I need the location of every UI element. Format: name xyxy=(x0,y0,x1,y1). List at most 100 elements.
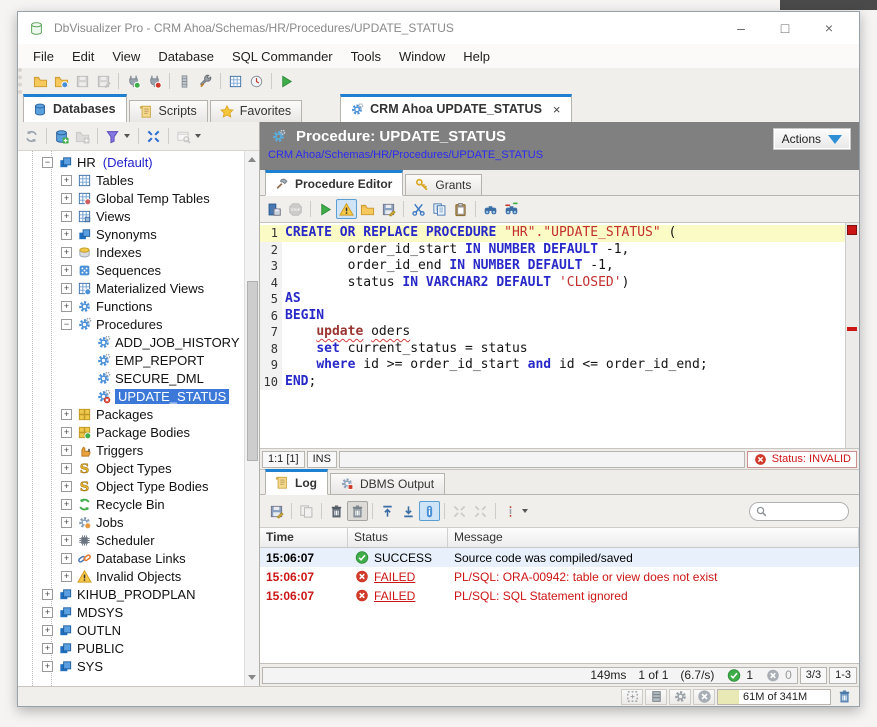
scroll-bottom-icon[interactable] xyxy=(398,501,419,521)
tab-databases[interactable]: Databases xyxy=(23,94,127,122)
expand-icon[interactable]: + xyxy=(61,409,72,420)
menu-help[interactable]: Help xyxy=(454,47,499,66)
chevron-down-icon[interactable] xyxy=(522,509,528,513)
expand-icon[interactable]: + xyxy=(42,643,53,654)
expand-icon[interactable]: + xyxy=(61,481,72,492)
tasks-icon[interactable] xyxy=(669,689,691,705)
tab-dbms-output[interactable]: DBMS Output xyxy=(330,473,445,494)
code-line-10[interactable]: 10END; xyxy=(260,374,845,391)
collapse-icon[interactable]: − xyxy=(42,157,53,168)
expand-icon[interactable]: + xyxy=(61,229,72,240)
close-tab-icon[interactable]: × xyxy=(553,102,561,117)
minimize-button[interactable]: – xyxy=(719,20,763,36)
expand-icon[interactable]: + xyxy=(61,463,72,474)
tree-item-packages[interactable]: +Packages xyxy=(18,405,244,423)
scroll-down-icon[interactable] xyxy=(248,675,256,680)
tree-item-outln[interactable]: +OUTLN xyxy=(18,621,244,639)
tail-icon[interactable] xyxy=(419,501,440,521)
scroll-top-icon[interactable] xyxy=(377,501,398,521)
open-folder-icon[interactable] xyxy=(30,71,51,91)
tree-item-mdsys[interactable]: +MDSYS xyxy=(18,603,244,621)
add-folder-icon[interactable] xyxy=(72,126,93,146)
stop-icon[interactable]: STOP xyxy=(285,199,306,219)
collapse-all-icon[interactable] xyxy=(143,126,164,146)
expand-icon[interactable]: + xyxy=(61,535,72,546)
refresh-icon[interactable] xyxy=(21,126,42,146)
tree-item-triggers[interactable]: +Triggers xyxy=(18,441,244,459)
tree-item-materialized-views[interactable]: +Materialized Views xyxy=(18,279,244,297)
tab-favorites[interactable]: Favorites xyxy=(210,100,302,122)
maximize-button[interactable]: □ xyxy=(763,20,807,36)
code-line-6[interactable]: 6BEGIN xyxy=(260,308,845,325)
open-folder-icon[interactable] xyxy=(357,199,378,219)
tree-item-database-links[interactable]: +Database Links xyxy=(18,549,244,567)
expand-icon[interactable]: + xyxy=(61,265,72,276)
error-marker-top[interactable] xyxy=(847,225,857,235)
log-row[interactable]: 15:06:07FAILEDPL/SQL: ORA-00942: table o… xyxy=(260,567,859,586)
sql-editor[interactable]: 1CREATE OR REPLACE PROCEDURE "HR"."UPDAT… xyxy=(260,223,859,448)
title-bar[interactable]: DbVisualizer Pro - CRM Ahoa/Schemas/HR/P… xyxy=(18,12,859,44)
expand-icon[interactable]: + xyxy=(61,427,72,438)
clear-on-execute-icon[interactable] xyxy=(347,501,368,521)
export-log-icon[interactable] xyxy=(266,501,287,521)
menu-file[interactable]: File xyxy=(24,47,63,66)
expand-icon[interactable]: + xyxy=(61,175,72,186)
folder-settings-icon[interactable] xyxy=(51,71,72,91)
tree-item-public[interactable]: +PUBLIC xyxy=(18,639,244,657)
tree-item-views[interactable]: +Views xyxy=(18,207,244,225)
tree-item-recycle-bin[interactable]: +Recycle Bin xyxy=(18,495,244,513)
menu-database[interactable]: Database xyxy=(149,47,223,66)
tree-item-indexes[interactable]: +Indexes xyxy=(18,243,244,261)
expand-icon[interactable]: + xyxy=(42,661,53,672)
tree-item-procedures[interactable]: −Procedures xyxy=(18,315,244,333)
filter-icon[interactable] xyxy=(102,126,123,146)
database-column-icon[interactable] xyxy=(174,71,195,91)
tree-item-sys[interactable]: +SYS xyxy=(18,657,244,675)
code-line-4[interactable]: 4 status IN VARCHAR2 DEFAULT 'CLOSED') xyxy=(260,275,845,292)
tree-item-functions[interactable]: +Functions xyxy=(18,297,244,315)
expand-icon[interactable]: + xyxy=(61,517,72,528)
save-as-color-icon[interactable] xyxy=(378,199,399,219)
log-search-box[interactable] xyxy=(749,502,849,521)
expand-icon[interactable]: + xyxy=(61,247,72,258)
expand-icon[interactable]: + xyxy=(61,553,72,564)
window-search-icon[interactable] xyxy=(173,126,194,146)
log-row[interactable]: 15:06:07FAILEDPL/SQL: SQL Statement igno… xyxy=(260,586,859,605)
close-button[interactable]: × xyxy=(807,20,851,36)
connect-icon[interactable] xyxy=(123,71,144,91)
tree-item-add-job-history[interactable]: ADD_JOB_HISTORY xyxy=(18,333,244,351)
grid-icon[interactable] xyxy=(225,71,246,91)
copy-icon[interactable] xyxy=(429,199,450,219)
collapse-icon[interactable]: − xyxy=(61,319,72,330)
code-line-5[interactable]: 5AS xyxy=(260,291,845,308)
connections-icon[interactable] xyxy=(645,689,667,705)
expand-icon[interactable]: + xyxy=(42,625,53,636)
code-line-8[interactable]: 8 set current_status = status xyxy=(260,341,845,358)
tree-item-scheduler[interactable]: +Scheduler xyxy=(18,531,244,549)
tree-scrollbar[interactable] xyxy=(244,151,259,686)
code-line-3[interactable]: 3 order_id_end IN NUMBER DEFAULT -1, xyxy=(260,258,845,275)
log-search-input[interactable] xyxy=(769,504,841,518)
menu-view[interactable]: View xyxy=(103,47,149,66)
disconnect-icon[interactable] xyxy=(144,71,165,91)
expand-icon[interactable]: + xyxy=(42,607,53,618)
save-as-icon[interactable] xyxy=(93,71,114,91)
menu-edit[interactable]: Edit xyxy=(63,47,103,66)
tab-scripts[interactable]: Scripts xyxy=(129,100,208,122)
scroll-up-icon[interactable] xyxy=(248,157,256,162)
actions-button[interactable]: Actions xyxy=(773,128,851,150)
expand-icon[interactable]: + xyxy=(42,589,53,600)
column-header-status[interactable]: Status xyxy=(348,528,448,547)
code-line-1[interactable]: 1CREATE OR REPLACE PROCEDURE "HR"."UPDAT… xyxy=(260,225,845,242)
expand-icon[interactable]: + xyxy=(61,301,72,312)
warning-icon[interactable] xyxy=(336,199,357,219)
gc-icon[interactable] xyxy=(833,689,855,705)
column-header-message[interactable]: Message xyxy=(448,528,859,547)
insert-mode[interactable]: INS xyxy=(307,451,337,468)
tree-item-update-status[interactable]: UPDATE_STATUS xyxy=(18,387,244,405)
expand-icon[interactable]: + xyxy=(61,211,72,222)
menu-window[interactable]: Window xyxy=(390,47,454,66)
expand-icon[interactable]: + xyxy=(61,499,72,510)
tree-item-kihub-prodplan[interactable]: +KIHUB_PRODPLAN xyxy=(18,585,244,603)
tree-item-invalid-objects[interactable]: +Invalid Objects xyxy=(18,567,244,585)
